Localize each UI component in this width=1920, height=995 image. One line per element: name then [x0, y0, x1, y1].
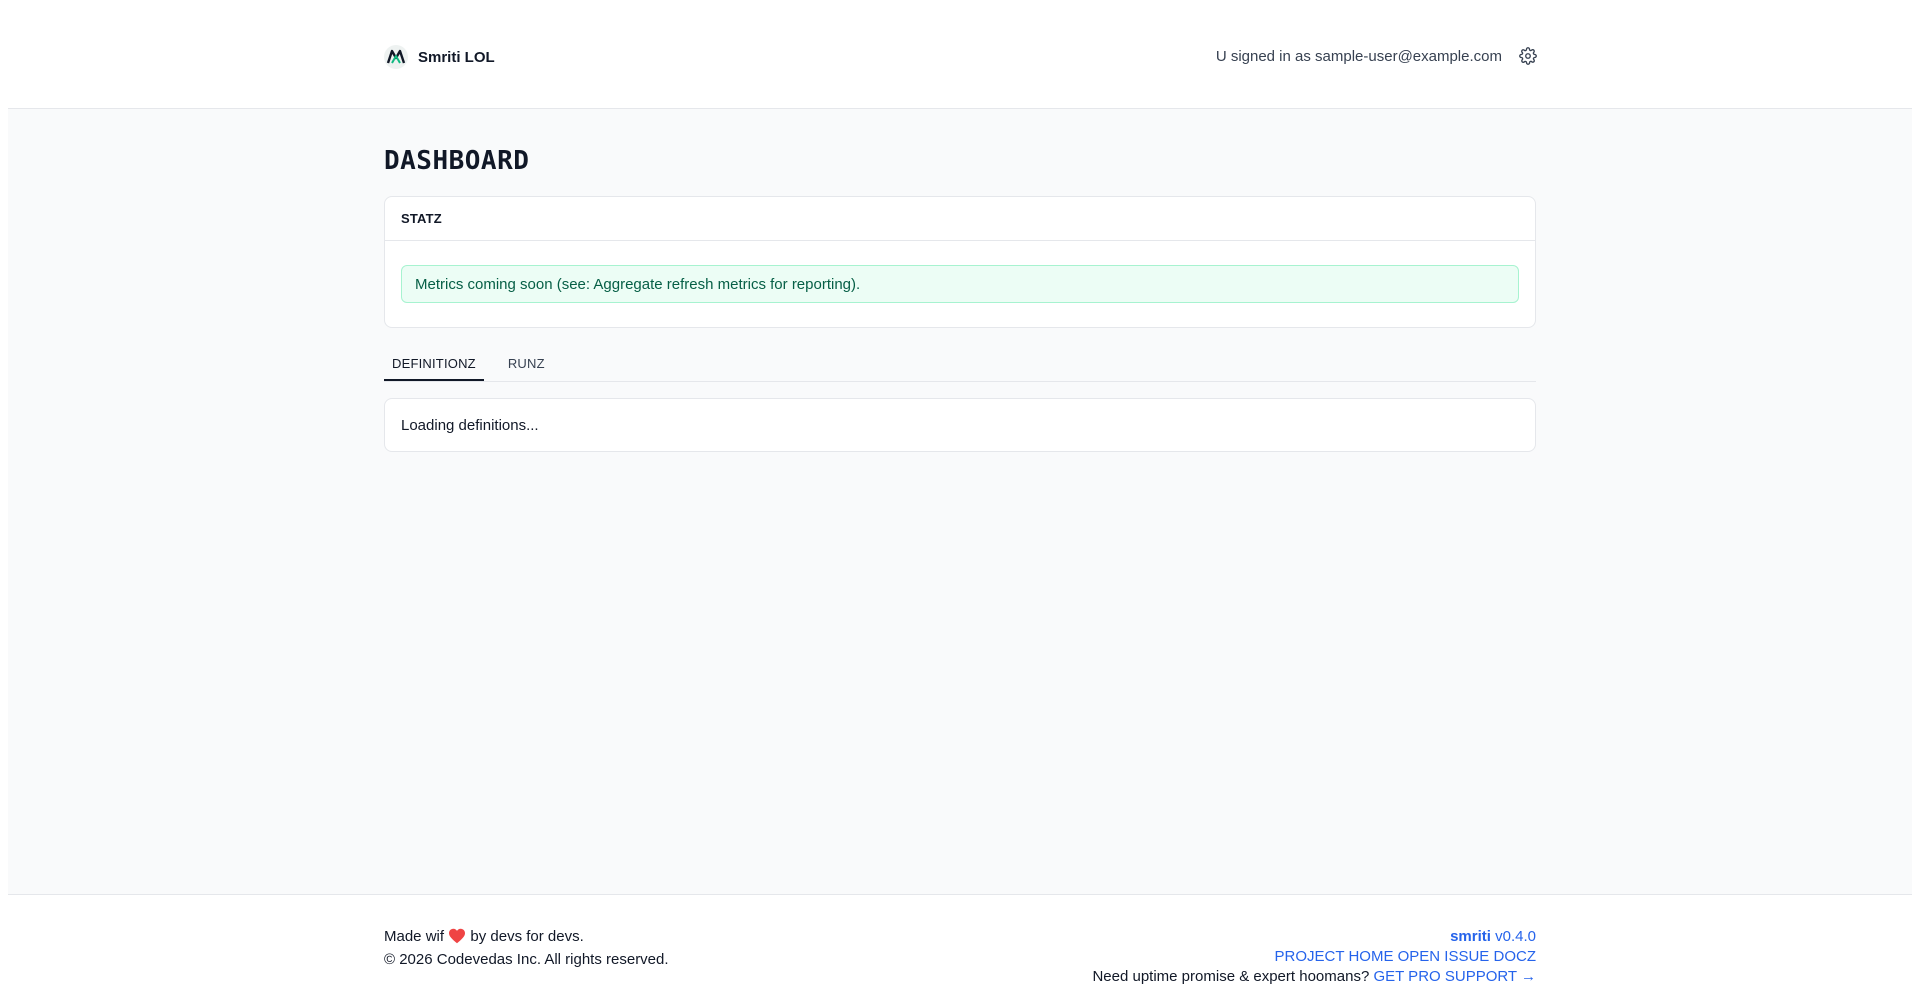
- stats-card-title: STATZ: [385, 197, 1535, 241]
- tab-bar: DEFINITIONZ RUNZ: [384, 346, 1536, 382]
- version-line: smriti v0.4.0: [1092, 927, 1536, 947]
- page-title: DASHBOARD: [384, 146, 530, 176]
- gear-icon[interactable]: [1518, 46, 1538, 66]
- app-name-link[interactable]: smriti: [1450, 928, 1491, 945]
- main-content: DASHBOARD STATZ Metrics coming soon (see…: [384, 108, 1536, 452]
- tab-runz[interactable]: RUNZ: [500, 356, 553, 381]
- support-prompt: Need uptime promise & expert hoomans?: [1092, 968, 1370, 985]
- metrics-notice: Metrics coming soon (see: Aggregate refr…: [401, 265, 1519, 303]
- made-with-line: Made wif by devs for devs.: [384, 927, 669, 950]
- footer-links: smriti v0.4.0 PROJECT HOME OPEN ISSUE DO…: [1092, 927, 1536, 987]
- project-links: PROJECT HOME OPEN ISSUE DOCZ: [1092, 947, 1536, 967]
- footer-credits: Made wif by devs for devs. © 2026 Codeve…: [384, 927, 669, 970]
- support-line: Need uptime promise & expert hoomans? GE…: [1092, 967, 1536, 987]
- m-logo-icon: [384, 45, 408, 69]
- stats-card-body: Metrics coming soon (see: Aggregate refr…: [385, 241, 1535, 319]
- heart-icon: [448, 928, 466, 950]
- brand-name: Smriti LOL: [418, 48, 495, 66]
- tab-definitionz[interactable]: DEFINITIONZ: [384, 356, 484, 381]
- copyright: © 2026 Codevedas Inc. All rights reserve…: [384, 951, 669, 968]
- app-frame: Smriti LOL U signed in as sample-user@ex…: [8, 8, 1912, 995]
- stats-card: STATZ Metrics coming soon (see: Aggregat…: [384, 196, 1536, 328]
- made-prefix: Made wif: [384, 928, 445, 945]
- brand[interactable]: Smriti LOL: [384, 45, 495, 69]
- loading-text: Loading definitions...: [401, 416, 539, 434]
- open-issue-link[interactable]: OPEN ISSUE: [1398, 948, 1490, 965]
- footer: Made wif by devs for devs. © 2026 Codeve…: [8, 894, 1912, 995]
- get-pro-support-link[interactable]: GET PRO SUPPORT →: [1373, 968, 1536, 985]
- docz-link[interactable]: DOCZ: [1494, 948, 1537, 965]
- top-header: Smriti LOL U signed in as sample-user@ex…: [8, 8, 1912, 109]
- signed-in-text: U signed in as sample-user@example.com: [1215, 47, 1502, 65]
- made-suffix: by devs for devs.: [470, 928, 584, 945]
- user-area: U signed in as sample-user@example.com: [1216, 46, 1538, 66]
- project-home-link[interactable]: PROJECT HOME: [1275, 948, 1394, 965]
- definitions-panel: Loading definitions...: [384, 398, 1536, 452]
- version-text: v0.4.0: [1495, 928, 1536, 945]
